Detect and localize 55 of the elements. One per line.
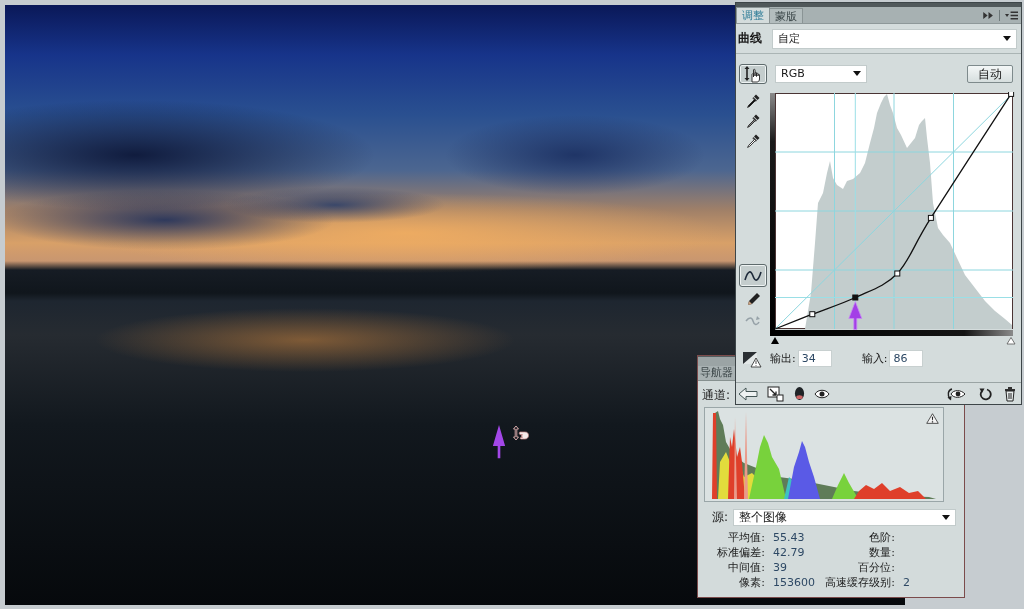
panel-tab[interactable]: 蒙版 <box>769 8 803 23</box>
auto-button[interactable]: 自动 <box>967 64 1013 83</box>
hand-icon <box>743 65 763 83</box>
source-dropdown[interactable]: 整个图像 <box>733 509 956 526</box>
stat-value: 39 <box>772 561 787 574</box>
panel-tab[interactable]: 调整 <box>736 7 770 23</box>
preset-dropdown[interactable]: 自定 <box>772 28 1017 49</box>
stat-label: 高速缓存级别: <box>825 575 895 590</box>
trash-icon[interactable] <box>1004 385 1016 402</box>
warning-icon[interactable] <box>926 413 939 424</box>
channel-label: 通道: <box>702 388 731 402</box>
shadow-slider-handle[interactable] <box>771 337 779 344</box>
input-field[interactable]: 86 <box>889 350 924 367</box>
channel-dropdown[interactable]: RGB <box>775 64 867 83</box>
eyedropper-icon <box>745 133 761 149</box>
control-point-icon[interactable] <box>809 311 816 318</box>
eyedropper-icon <box>745 113 761 129</box>
panel-menu-icon[interactable] <box>1005 10 1018 20</box>
control-point-icon[interactable] <box>927 214 934 221</box>
control-point-icon[interactable] <box>1008 92 1015 97</box>
arrow-icon <box>848 301 863 330</box>
caret-icon <box>942 515 950 520</box>
stat-label: 百分位: <box>858 560 895 575</box>
curve-tool-button[interactable] <box>739 264 767 287</box>
stat-label: 平均值: <box>728 530 765 545</box>
stat-label: 色阶: <box>869 530 895 545</box>
eye-arrow-icon[interactable] <box>946 386 966 401</box>
panel-tab[interactable]: 导航器 <box>698 366 735 380</box>
collapse-icon[interactable] <box>983 11 994 19</box>
stat-label: 中间值: <box>728 560 765 575</box>
stat-value: 42.79 <box>772 546 805 559</box>
hand-tool-button[interactable] <box>739 64 767 84</box>
oval-icon[interactable] <box>794 386 805 401</box>
back-arrow-icon[interactable] <box>738 386 758 401</box>
control-point-icon[interactable] <box>894 270 901 277</box>
output-label: 输出: <box>770 351 796 366</box>
clip-layer-icon[interactable] <box>767 385 785 402</box>
stat-label: 数量: <box>869 545 895 560</box>
stat-label: 标准偏差: <box>717 545 765 560</box>
preset-label: 曲线 <box>738 30 762 47</box>
stat-label: 像素: <box>739 575 765 590</box>
caret-icon <box>853 71 861 76</box>
caret-icon <box>1003 36 1011 41</box>
stat-value: 2 <box>902 576 910 589</box>
pencil-icon <box>745 291 761 307</box>
eye-icon[interactable] <box>814 388 830 399</box>
hand-cursor-icon <box>512 425 530 441</box>
stat-value: 55.43 <box>772 531 805 544</box>
input-label: 输入: <box>861 351 888 366</box>
source-label: 源: <box>710 509 728 526</box>
output-field[interactable]: 34 <box>797 350 832 367</box>
image-warning-icon[interactable] <box>742 349 762 368</box>
stat-value: 153600 <box>772 576 815 589</box>
eyedropper-icon <box>745 93 761 109</box>
highlight-slider-handle[interactable] <box>1006 337 1016 345</box>
